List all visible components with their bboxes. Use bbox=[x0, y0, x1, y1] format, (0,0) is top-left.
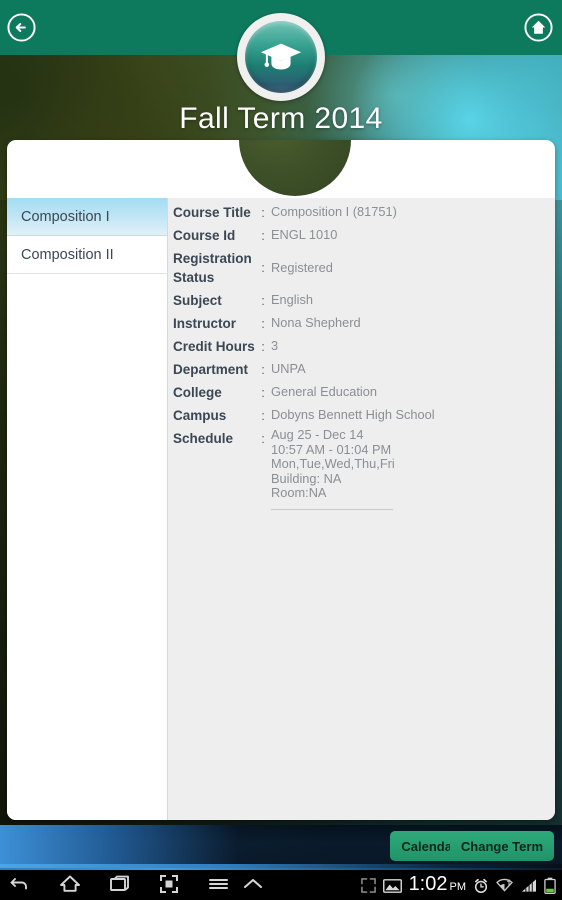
detail-colon: : bbox=[261, 316, 265, 331]
detail-row-subject: Subject : English bbox=[173, 290, 555, 310]
detail-row-course-id: Course Id : ENGL 1010 bbox=[173, 225, 555, 245]
image-icon[interactable] bbox=[382, 878, 402, 894]
detail-value: English bbox=[271, 292, 313, 307]
action-bar: Calendar Change Term bbox=[0, 825, 562, 868]
course-list-item-label: Composition I bbox=[21, 208, 110, 225]
course-list-item-composition-ii[interactable]: Composition II bbox=[7, 236, 167, 274]
detail-colon: : bbox=[261, 362, 265, 377]
schedule-divider bbox=[271, 508, 393, 510]
detail-colon: : bbox=[261, 339, 265, 354]
screenshot-icon[interactable] bbox=[158, 873, 180, 895]
detail-value: Registered bbox=[271, 260, 333, 275]
detail-value: 3 bbox=[271, 338, 279, 353]
course-detail-card: Composition I Composition II Course Titl… bbox=[7, 140, 555, 820]
signal-icon bbox=[520, 878, 537, 893]
detail-row-schedule: Schedule : Aug 25 - Dec 14 10:57 AM - 01… bbox=[173, 427, 555, 510]
status-icons: 1:02 PM bbox=[360, 872, 556, 899]
schedule-line-dates: Aug 25 - Dec 14 bbox=[271, 427, 364, 442]
change-term-button[interactable]: Change Term bbox=[449, 831, 554, 861]
detail-value-schedule: Aug 25 - Dec 14 10:57 AM - 01:04 PM Mon,… bbox=[271, 427, 555, 510]
android-system-bar: 1:02 PM bbox=[0, 868, 562, 900]
clock: 1:02 PM bbox=[409, 872, 466, 899]
recents-icon[interactable] bbox=[108, 872, 132, 896]
schedule-line-time: 10:57 AM - 01:04 PM bbox=[271, 441, 392, 457]
detail-label: Course Title bbox=[173, 205, 251, 220]
detail-label: College bbox=[173, 385, 222, 400]
battery-icon bbox=[544, 877, 556, 894]
graduation-cap-icon bbox=[245, 21, 317, 93]
detail-colon: : bbox=[261, 260, 265, 275]
detail-row-campus: Campus : Dobyns Bennett High School bbox=[173, 405, 555, 425]
home-icon[interactable] bbox=[58, 872, 82, 896]
course-list-item-label: Composition II bbox=[21, 246, 114, 263]
navigation-icons bbox=[8, 872, 264, 896]
term-title: Fall Term 2014 bbox=[179, 102, 383, 135]
detail-label: Course Id bbox=[173, 228, 236, 243]
detail-value: ENGL 1010 bbox=[271, 227, 338, 242]
schedule-line-building: Building: NA bbox=[271, 470, 342, 486]
wifi-icon bbox=[496, 878, 513, 893]
detail-label: Schedule bbox=[173, 431, 234, 446]
detail-label: Instructor bbox=[173, 316, 237, 331]
system-bar-top-accent bbox=[0, 868, 562, 870]
detail-value: Nona Shepherd bbox=[271, 315, 361, 330]
detail-value: Dobyns Bennett High School bbox=[271, 407, 435, 422]
card-body: Composition I Composition II Course Titl… bbox=[7, 198, 555, 820]
card-notch-decoration bbox=[239, 140, 351, 196]
fullscreen-icon[interactable] bbox=[360, 878, 376, 893]
detail-value: Composition I (81751) bbox=[271, 204, 397, 219]
detail-colon: : bbox=[261, 205, 265, 220]
detail-label: Campus bbox=[173, 408, 227, 423]
detail-row-course-title: Course Title : Composition I (81751) bbox=[173, 202, 555, 222]
detail-row-credit-hours: Credit Hours : 3 bbox=[173, 336, 555, 356]
course-list-item-composition-i[interactable]: Composition I bbox=[7, 198, 167, 236]
caret-up-icon[interactable] bbox=[242, 873, 264, 895]
clock-time: 1:02 bbox=[408, 873, 448, 895]
detail-value: General Education bbox=[271, 384, 377, 399]
home-circle-icon[interactable] bbox=[523, 12, 554, 43]
detail-row-registration-status: Registration Status : Registered bbox=[173, 248, 555, 287]
course-list: Composition I Composition II bbox=[7, 198, 168, 820]
schedule-line-days: Mon,Tue,Wed,Thu,Fri bbox=[271, 456, 395, 471]
tablet-screen: Fall Term 2014 Composition I Composition… bbox=[0, 0, 562, 900]
detail-row-department: Department : UNPA bbox=[173, 359, 555, 379]
alarm-icon bbox=[473, 878, 489, 894]
detail-label: Credit Hours bbox=[173, 339, 255, 354]
detail-label: Subject bbox=[173, 293, 222, 308]
detail-label: Registration Status bbox=[173, 251, 252, 285]
detail-colon: : bbox=[261, 408, 265, 423]
menu-icon[interactable] bbox=[206, 872, 230, 896]
detail-colon: : bbox=[261, 293, 265, 308]
detail-colon: : bbox=[261, 228, 265, 243]
app-logo-badge bbox=[237, 13, 325, 101]
detail-value: UNPA bbox=[271, 361, 306, 376]
clock-ampm: PM bbox=[449, 881, 467, 893]
back-arrow-circle-icon[interactable] bbox=[6, 12, 37, 43]
detail-row-instructor: Instructor : Nona Shepherd bbox=[173, 313, 555, 333]
detail-label: Department bbox=[173, 362, 249, 377]
course-detail-pane: Course Title : Composition I (81751) Cou… bbox=[168, 198, 555, 820]
detail-row-college: College : General Education bbox=[173, 382, 555, 402]
back-icon[interactable] bbox=[8, 872, 32, 896]
detail-colon: : bbox=[261, 385, 265, 400]
detail-colon: : bbox=[261, 431, 265, 446]
schedule-line-room: Room:NA bbox=[271, 485, 327, 500]
